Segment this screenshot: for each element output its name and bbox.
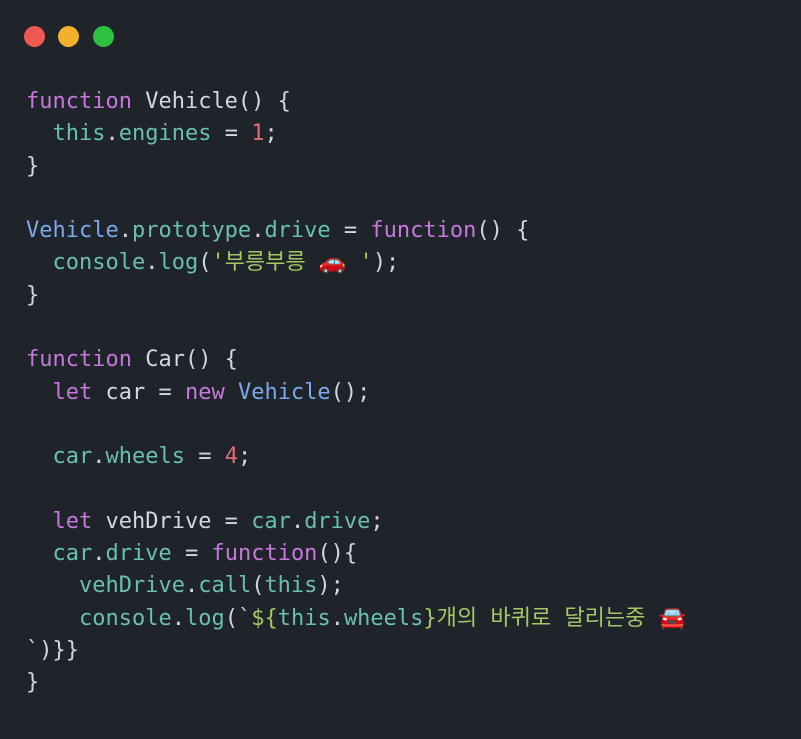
code-line: this.engines = 1; [26, 118, 686, 150]
code-line: car.drive = function(){ [26, 538, 686, 570]
close-icon[interactable] [24, 26, 45, 47]
code-token: . [92, 444, 106, 470]
code-token: vehDrive [26, 573, 185, 599]
code-token: = [211, 121, 252, 147]
code-token: function [26, 347, 132, 373]
code-token: . [92, 541, 106, 567]
code-token: call [198, 573, 252, 599]
code-token: prototype [131, 218, 252, 244]
code-token: } [26, 282, 40, 308]
code-line: let vehDrive = car.drive; [26, 506, 686, 538]
code-line: let car = new Vehicle(); [26, 377, 686, 409]
code-token: ( [198, 250, 212, 276]
code-line: function Vehicle() { [26, 86, 686, 118]
code-token: this [277, 605, 331, 631]
code-token: } [423, 605, 437, 631]
window-titlebar [0, 0, 801, 72]
code-token: 개의 바퀴로 달리는중 🚘 [436, 605, 686, 631]
code-token: car [251, 508, 291, 534]
code-token: function [370, 218, 477, 244]
code-line: } [26, 280, 686, 312]
code-line: vehDrive.call(this); [26, 570, 686, 602]
code-token: '부릉부릉 🚗 ' [211, 250, 373, 276]
code-block: function Vehicle() { this.engines = 1;} … [26, 86, 686, 700]
code-token: car [26, 444, 93, 470]
code-line: } [26, 151, 686, 183]
code-line: Vehicle.prototype.drive = function() { [26, 215, 686, 247]
code-line: `)}} [26, 635, 686, 667]
code-token: car [26, 541, 93, 567]
code-token: this [26, 121, 106, 147]
minimize-icon[interactable] [58, 26, 79, 47]
code-token: drive [105, 541, 172, 567]
code-token: Vehicle() { [131, 89, 291, 114]
code-token: . [118, 218, 132, 244]
code-token: Vehicle [237, 379, 331, 405]
code-token: vehDrive = [92, 508, 252, 534]
code-token: drive [304, 508, 371, 534]
code-token: } [26, 670, 40, 696]
code-token: = [171, 541, 212, 567]
code-token: . [330, 605, 344, 631]
code-token: new [184, 379, 225, 405]
code-window: function Vehicle() { this.engines = 1;} … [0, 0, 801, 739]
code-token: = [184, 444, 225, 470]
code-token: ( [251, 573, 265, 599]
code-token: Car() { [131, 347, 238, 373]
code-token: ; [370, 508, 384, 534]
code-token: function [211, 541, 318, 567]
code-line: function Car() { [26, 344, 686, 376]
code-token: wheels [343, 605, 424, 631]
code-token: 4 [224, 444, 238, 470]
code-token: () { [476, 218, 530, 244]
code-token: (); [330, 379, 371, 405]
code-token: `)} [26, 638, 66, 664]
code-token: Vehicle [26, 218, 119, 244]
code-token: (){ [317, 541, 358, 567]
code-token: ; [264, 121, 278, 147]
code-token: console [26, 605, 172, 631]
code-token: } [26, 153, 40, 179]
code-token: . [145, 250, 159, 276]
code-token: engines [118, 121, 212, 147]
code-token: log [184, 605, 225, 631]
code-token: drive [264, 218, 331, 244]
code-token: ${ [251, 605, 278, 631]
code-token: ; [237, 444, 252, 470]
code-token: . [171, 605, 185, 631]
code-token: ); [372, 250, 400, 276]
code-token: log [158, 250, 199, 276]
code-token: . [105, 121, 119, 147]
code-token: let [26, 379, 93, 405]
code-token: . [251, 218, 265, 244]
code-line: console.log(`${this.wheels}개의 바퀴로 달리는중 🚘 [26, 603, 686, 635]
code-token: car = [92, 379, 185, 405]
code-line: } [26, 667, 686, 699]
maximize-icon[interactable] [93, 26, 114, 47]
code-line: console.log('부릉부릉 🚗 '); [26, 247, 686, 279]
code-token: console [26, 250, 146, 276]
code-token: . [290, 508, 305, 534]
code-token: } [65, 638, 79, 664]
code-token: = [330, 218, 371, 244]
code-token: function [26, 89, 132, 114]
code-token: let [26, 508, 93, 534]
code-token: . [184, 573, 199, 599]
code-token: this [264, 573, 318, 599]
code-token: (` [224, 605, 252, 631]
code-token: wheels [105, 444, 185, 470]
code-token: 1 [251, 121, 265, 147]
code-line: car.wheels = 4; [26, 441, 686, 473]
code-token: ); [317, 573, 344, 599]
